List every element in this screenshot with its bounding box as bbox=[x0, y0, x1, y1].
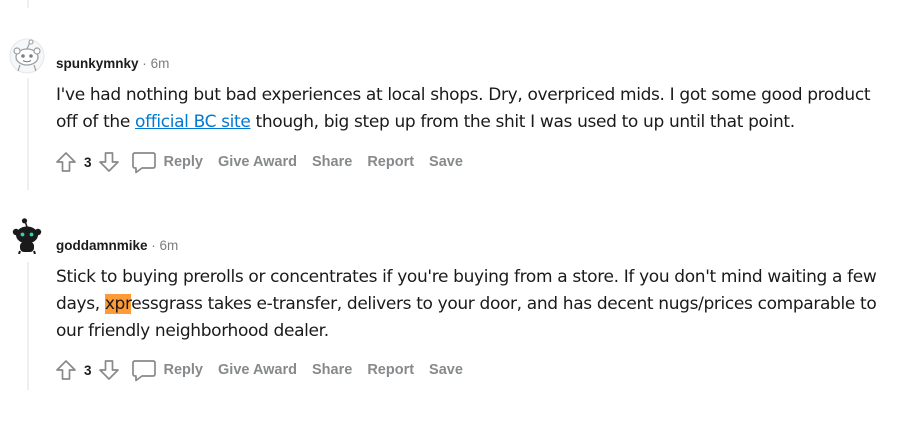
comment-author[interactable]: spunkymnky bbox=[56, 56, 139, 71]
share-button[interactable]: Share bbox=[312, 362, 352, 378]
comment-author[interactable]: goddamnmike bbox=[56, 238, 148, 253]
comment-body: I've had nothing but bad experiences at … bbox=[56, 82, 891, 136]
reply-label: Reply bbox=[163, 362, 204, 378]
report-button[interactable]: Report bbox=[367, 154, 414, 170]
downvote-icon[interactable] bbox=[97, 150, 121, 174]
report-button[interactable]: Report bbox=[367, 362, 414, 378]
reply-label: Reply bbox=[163, 154, 204, 170]
thread-line[interactable] bbox=[27, 78, 29, 190]
save-label: Save bbox=[429, 362, 463, 378]
comment-timestamp[interactable]: 6m bbox=[160, 238, 179, 253]
snoo-avatar-icon[interactable] bbox=[9, 38, 45, 74]
give-award-label: Give Award bbox=[218, 154, 297, 170]
reply-button[interactable]: Reply bbox=[121, 358, 204, 382]
comment-timestamp[interactable]: 6m bbox=[151, 56, 170, 71]
comment-bubble-icon bbox=[131, 152, 156, 174]
comment-actions: 3 Reply Give Award Share Report Save bbox=[54, 356, 478, 384]
share-button[interactable]: Share bbox=[312, 154, 352, 170]
reply-button[interactable]: Reply bbox=[121, 150, 204, 174]
share-label: Share bbox=[312, 362, 353, 378]
comment-meta: goddamnmike · 6m bbox=[56, 238, 178, 253]
comment-text: though, big step up from the shit I was … bbox=[250, 112, 796, 132]
official-bc-site-link[interactable]: official BC site bbox=[135, 112, 251, 132]
save-button[interactable]: Save bbox=[429, 362, 463, 378]
comment-body: Stick to buying prerolls or concentrates… bbox=[56, 264, 891, 345]
vote-count: 3 bbox=[84, 362, 92, 378]
give-award-label: Give Award bbox=[218, 362, 297, 378]
comment-meta: spunkymnky · 6m bbox=[56, 56, 169, 71]
comment-text: essgrass takes e-transfer, delivers to y… bbox=[56, 294, 877, 341]
give-award-button[interactable]: Give Award bbox=[218, 154, 297, 170]
thread-line[interactable] bbox=[27, 0, 29, 8]
upvote-icon[interactable] bbox=[54, 358, 78, 382]
meta-separator: · bbox=[142, 56, 147, 71]
downvote-icon[interactable] bbox=[97, 358, 121, 382]
share-label: Share bbox=[312, 154, 353, 170]
comment-actions: 3 Reply Give Award Share Report Save bbox=[54, 148, 478, 176]
comment-bubble-icon bbox=[131, 360, 156, 382]
upvote-icon[interactable] bbox=[54, 150, 78, 174]
save-button[interactable]: Save bbox=[429, 154, 463, 170]
vote-count: 3 bbox=[84, 154, 92, 170]
snoo-avatar-icon[interactable] bbox=[9, 218, 45, 254]
save-label: Save bbox=[429, 154, 463, 170]
report-label: Report bbox=[367, 362, 415, 378]
meta-separator: · bbox=[151, 238, 156, 253]
report-label: Report bbox=[367, 154, 415, 170]
thread-line[interactable] bbox=[27, 262, 29, 390]
give-award-button[interactable]: Give Award bbox=[218, 362, 297, 378]
highlighted-text: xpr bbox=[104, 294, 132, 314]
